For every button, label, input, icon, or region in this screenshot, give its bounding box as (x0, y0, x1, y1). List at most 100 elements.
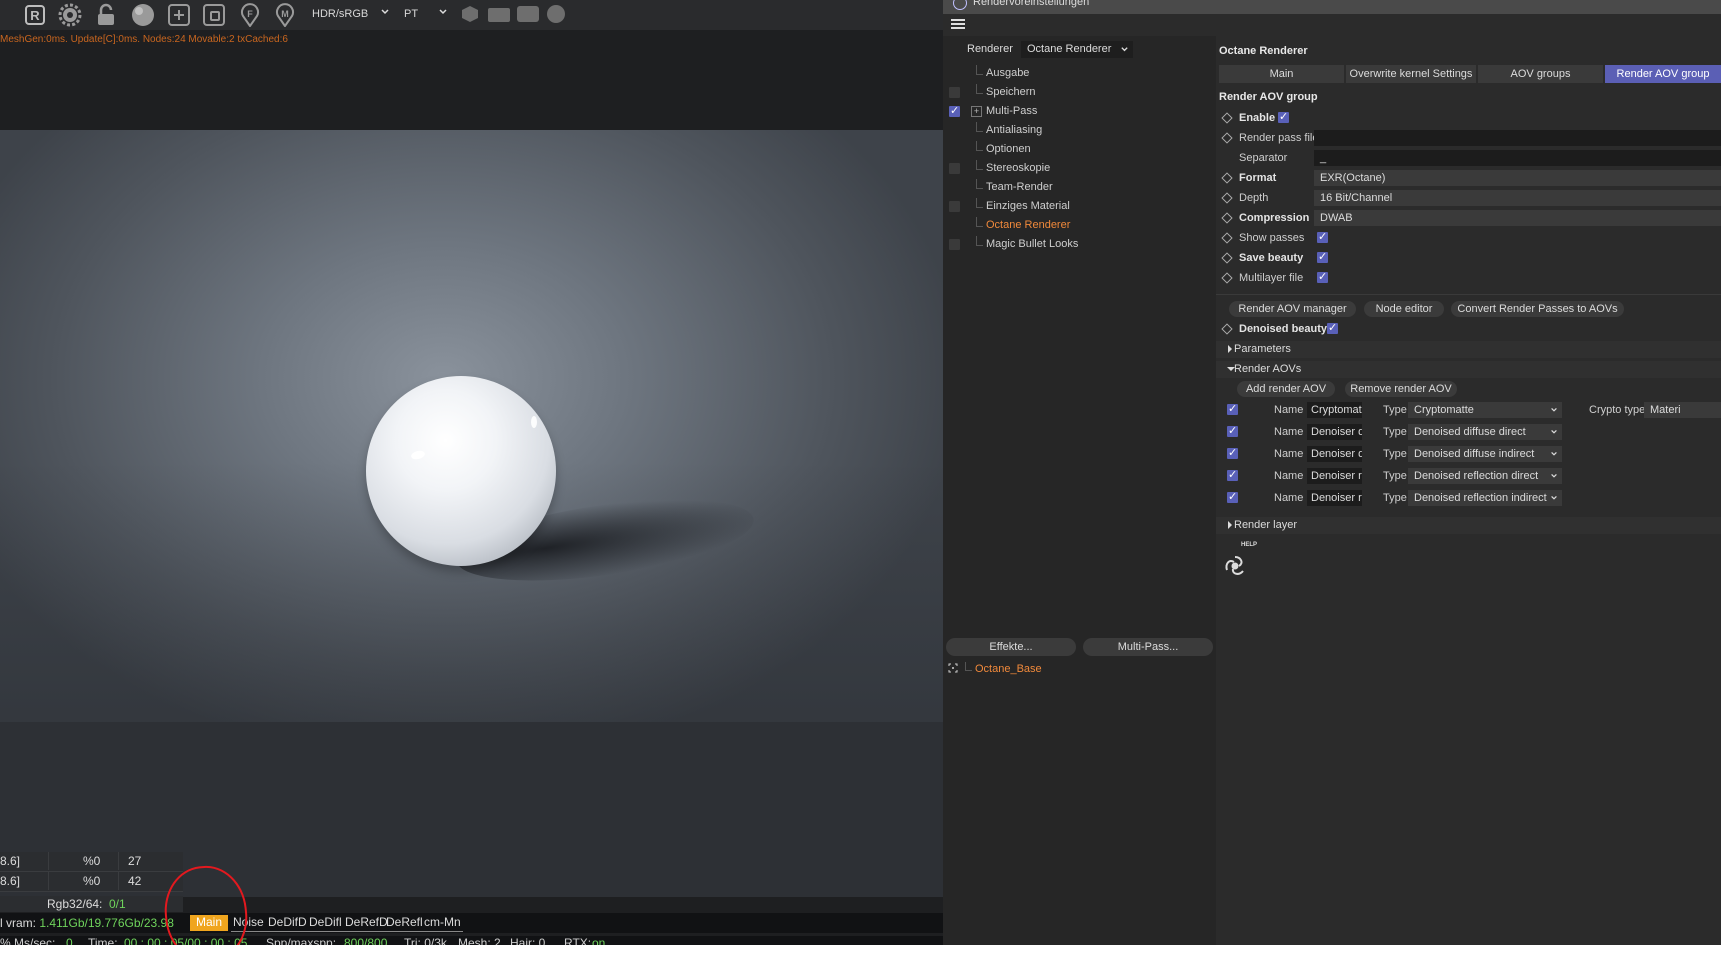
focus-icon[interactable] (201, 2, 227, 28)
keyframe-diamond-icon[interactable] (1221, 192, 1233, 204)
aov-enable-checkbox[interactable] (1227, 446, 1238, 459)
remove-render-aov-button[interactable]: Remove render AOV (1345, 381, 1457, 397)
aov-name-input[interactable]: Denoiser r (1307, 468, 1362, 484)
keyframe-diamond-icon[interactable] (1221, 172, 1233, 184)
keyframe-diamond-icon[interactable] (1221, 132, 1233, 144)
renderer-select[interactable]: Octane Renderer (1021, 41, 1133, 58)
aov-name-input[interactable]: Denoiser d (1307, 424, 1362, 440)
multilayer-file-checkbox[interactable] (1317, 270, 1328, 283)
tree-item-team-render[interactable]: Team-Render (943, 179, 1216, 197)
preset-item[interactable]: Octane_Base (948, 661, 1208, 679)
r-icon[interactable]: R (22, 2, 48, 28)
render-aovs-section[interactable]: Render AOVs (1216, 361, 1721, 378)
color-space-select[interactable]: HDR/sRGB (308, 4, 394, 24)
aov-name-input[interactable]: Denoiser r (1307, 490, 1362, 506)
pass-tab-derefd[interactable]: DeRefD (343, 915, 390, 932)
keyframe-diamond-icon[interactable] (1221, 323, 1233, 335)
tree-item-checkbox[interactable] (949, 201, 960, 212)
aov-enable-checkbox[interactable] (1227, 468, 1238, 481)
render-aov-manager-button[interactable]: Render AOV manager (1229, 301, 1356, 317)
multipass-button[interactable]: Multi-Pass... (1083, 638, 1213, 656)
add-region-icon[interactable] (166, 2, 192, 28)
tree-item-optionen[interactable]: Optionen (943, 141, 1216, 159)
camera-icon[interactable] (517, 6, 539, 22)
node-editor-button[interactable]: Node editor (1364, 301, 1444, 317)
kernel-select[interactable]: PT (400, 4, 452, 24)
render-time-bar: % Ms/sec: 0 Time: 00 : 00 : 05/00 : 00 :… (0, 936, 943, 945)
f-pin-icon[interactable]: F (237, 2, 263, 28)
aov-type-select[interactable]: Cryptomatte (1408, 402, 1562, 418)
aov-name-input[interactable]: Cryptomat (1307, 402, 1362, 418)
film-icon[interactable] (488, 8, 510, 22)
show-passes-checkbox[interactable] (1317, 230, 1328, 243)
keyframe-diamond-icon[interactable] (1221, 272, 1233, 284)
tree-item-checkbox[interactable] (949, 163, 960, 174)
stats-cell: 8.6] (0, 874, 21, 888)
keyframe-diamond-icon[interactable] (1221, 112, 1233, 124)
format-label: Format (1239, 172, 1277, 184)
render-pass-file-input[interactable] (1314, 130, 1721, 146)
aov-name-input[interactable]: Denoiser d (1307, 446, 1362, 462)
tree-item-speichern[interactable]: Speichern (943, 84, 1216, 102)
show-passes-label: Show passes (1239, 232, 1305, 244)
toolbar-grip[interactable] (0, 2, 2, 28)
crypto-type-select[interactable]: Materi (1644, 402, 1721, 418)
tree-item-einziges-material[interactable]: Einziges Material (943, 198, 1216, 216)
pass-tab-dedifl[interactable]: DeDifl (307, 915, 344, 932)
aov-type-select[interactable]: Denoised reflection direct (1408, 468, 1562, 484)
effects-button[interactable]: Effekte... (946, 638, 1076, 656)
tree-item-magic-bullet-looks[interactable]: Magic Bullet Looks (943, 236, 1216, 254)
keyframe-diamond-icon[interactable] (1221, 232, 1233, 244)
hexagon-icon[interactable] (462, 6, 478, 22)
tab-main[interactable]: Main (1219, 65, 1344, 83)
render-image[interactable] (0, 130, 943, 722)
add-render-aov-button[interactable]: Add render AOV (1237, 381, 1335, 397)
keyframe-diamond-icon[interactable] (1221, 212, 1233, 224)
compression-select[interactable]: DWAB (1314, 210, 1721, 226)
tree-item-ausgabe[interactable]: Ausgabe (943, 65, 1216, 83)
keyframe-diamond-icon[interactable] (1221, 252, 1233, 264)
tree-item-octane-renderer[interactable]: Octane Renderer (943, 217, 1216, 235)
denoised-beauty-checkbox[interactable] (1327, 321, 1338, 334)
aov-enable-checkbox[interactable] (1227, 490, 1238, 503)
tab-aov-groups[interactable]: AOV groups (1478, 65, 1603, 83)
separator-input[interactable]: _ (1314, 150, 1721, 166)
enable-checkbox[interactable] (1278, 110, 1289, 123)
sphere-icon[interactable] (130, 2, 156, 28)
pass-tab-cm-mn[interactable]: cm-Mn (422, 915, 463, 932)
stats-cell: %0 (83, 874, 101, 888)
tree-item-antialiasing[interactable]: Antialiasing (943, 122, 1216, 140)
aov-type-select[interactable]: Denoised diffuse indirect (1408, 446, 1562, 462)
hamburger-menu-icon[interactable] (951, 17, 965, 31)
tree-item-multi-pass[interactable]: + Multi-Pass (943, 103, 1216, 121)
render-layer-section[interactable]: Render layer (1216, 517, 1721, 534)
separator-label: Separator (1239, 152, 1288, 164)
pass-tab-derefl[interactable]: DeRefl (384, 915, 425, 932)
parameters-section[interactable]: Parameters (1216, 341, 1721, 358)
gear-icon[interactable] (57, 2, 83, 28)
convert-render-passes-button[interactable]: Convert Render Passes to AOVs (1451, 301, 1624, 317)
expand-plus-icon[interactable]: + (971, 106, 982, 117)
tree-item-checkbox[interactable] (949, 87, 960, 98)
pass-tab-dedifd[interactable]: DeDifD (266, 915, 309, 932)
save-beauty-checkbox[interactable] (1317, 250, 1328, 263)
denoised-beauty-row: Denoised beauty (1216, 320, 1721, 338)
tab-overwrite-kernel-settings[interactable]: Overwrite kernel Settings (1346, 65, 1476, 83)
aov-type-select[interactable]: Denoised diffuse direct (1408, 424, 1562, 440)
depth-select[interactable]: 16 Bit/Channel (1314, 190, 1721, 206)
aov-enable-checkbox[interactable] (1227, 402, 1238, 415)
m-pin-icon[interactable]: M (272, 2, 298, 28)
aov-type-select[interactable]: Denoised reflection indirect (1408, 490, 1562, 506)
aov-enable-checkbox[interactable] (1227, 424, 1238, 437)
tab-render-aov-group[interactable]: Render AOV group (1605, 65, 1721, 83)
collapsed-arrow-icon (1228, 521, 1232, 529)
lock-icon[interactable] (93, 2, 119, 28)
tree-item-stereoskopie[interactable]: Stereoskopie (943, 160, 1216, 178)
rgb-label: Rgb32/64: (47, 897, 103, 911)
tree-item-checkbox[interactable] (949, 239, 960, 250)
tree-item-checkbox[interactable] (949, 104, 960, 117)
format-select[interactable]: EXR(Octane) (1314, 170, 1721, 186)
record-icon[interactable] (547, 5, 565, 23)
help-button[interactable]: HELP (1222, 542, 1258, 578)
live-viewer: R F M HDR/sRGB PT MeshGen:0ms. Update[C]… (0, 0, 943, 945)
